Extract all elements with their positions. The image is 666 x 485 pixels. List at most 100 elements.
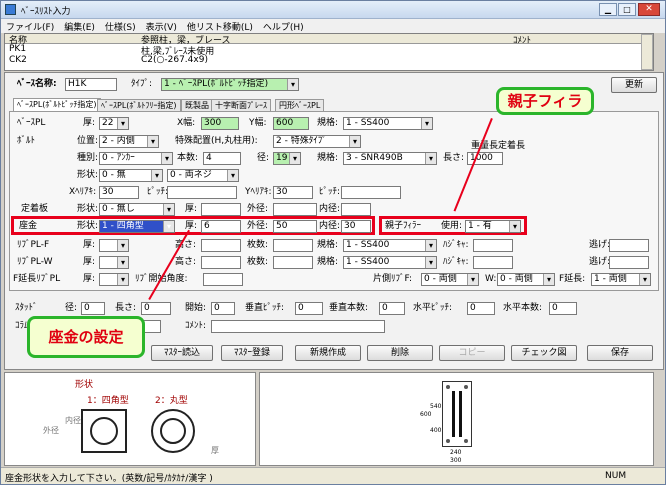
x-width-field[interactable]: 300	[201, 117, 239, 130]
master-load-button[interactable]: ﾏｽﾀｰ読込	[151, 345, 213, 361]
washer-shape-select[interactable]: 1 - 四角型	[99, 220, 175, 233]
horiz-count-field[interactable]: 0	[549, 302, 577, 315]
stud-start-label: 開始:	[185, 303, 207, 313]
x-edge-field[interactable]: 30	[99, 186, 139, 199]
list-scrollbar[interactable]	[641, 34, 653, 70]
rib-f-hw-field[interactable]	[473, 239, 513, 252]
tab-bolt-pitch[interactable]: ﾍﾞｰｽPL(ﾎﾞﾙﾄﾋﾟｯﾁ指定)	[13, 98, 101, 111]
f-ext-thick-select[interactable]	[99, 273, 129, 286]
f-ext-side-select[interactable]: 1 - 両側	[591, 273, 651, 286]
tab-cross-brace[interactable]: 十字断面ﾌﾟﾚｰｽ	[211, 99, 271, 111]
washer-od-field[interactable]: 50	[273, 220, 317, 233]
tab-bolt-free[interactable]: ﾍﾞｰｽPL(ﾎﾞﾙﾄﾌﾘｰ指定)	[97, 99, 181, 111]
menu-help[interactable]: ヘルプ(H)	[258, 19, 309, 34]
y-width-field[interactable]: 600	[273, 117, 309, 130]
horiz-pitch-field[interactable]: 0	[467, 302, 495, 315]
anchor-thick-field[interactable]	[201, 203, 241, 216]
rib-w-count-label: 枚数:	[247, 257, 269, 267]
menu-list-move[interactable]: 他リスト移動(L)	[182, 19, 258, 34]
menu-edit[interactable]: 編集(E)	[59, 19, 100, 34]
y-edge-field[interactable]: 30	[273, 186, 313, 199]
horiz-pitch-label: 水平ﾋﾟｯﾁ:	[413, 303, 453, 313]
rib-w-spec-label: 規格:	[317, 257, 339, 267]
base-pl-thick-select[interactable]: 22	[99, 117, 129, 130]
base-list[interactable]: 名称 参照柱，梁，ブレース ｺﾒﾝﾄ PK1 柱,梁,ﾌﾞﾚｰｽ未使用 CK2 …	[4, 33, 654, 71]
f-ext-label: F延長ﾘﾌﾞPL	[13, 274, 61, 284]
list-header: 名称 参照柱，梁，ブレース ｺﾒﾝﾄ	[5, 34, 653, 46]
bolt-pos-select[interactable]: 2 - 内側	[99, 135, 159, 148]
vert-count-field[interactable]: 0	[379, 302, 405, 315]
washer-id-field[interactable]: 30	[341, 220, 371, 233]
washer-thick-field[interactable]: 6	[201, 220, 241, 233]
anchor-od-field[interactable]	[273, 203, 317, 216]
stud-len-field[interactable]: 0	[141, 302, 171, 315]
rib-w-hw-field[interactable]	[473, 256, 513, 269]
window-title: ﾍﾞｰｽﾘｽﾄ入力	[21, 7, 71, 17]
stud-start-field[interactable]: 0	[211, 302, 235, 315]
bolt-shape1-select[interactable]: 0 - 無	[99, 169, 163, 182]
tab-round-base[interactable]: 円形ﾍﾞｰｽPL	[275, 99, 325, 111]
rib-f-height-field[interactable]	[201, 239, 241, 252]
x-pitch-field[interactable]	[167, 186, 237, 199]
stud-dia-field[interactable]: 0	[81, 302, 105, 315]
rib-f-hw-label: ﾊｼﾞｷｬ:	[443, 240, 469, 250]
menu-view[interactable]: 表示(V)	[141, 19, 182, 34]
vert-pitch-label: 垂直ﾋﾟｯﾁ:	[245, 303, 285, 313]
rib-angle-field[interactable]	[203, 273, 243, 286]
rib-f-clear-field[interactable]	[609, 239, 649, 252]
list-item[interactable]: CK2 C2(○-267.4x9)	[5, 55, 641, 67]
bolt-hole	[464, 439, 468, 443]
w-select[interactable]: 0 - 両側	[497, 273, 555, 286]
bolt-label: ﾎﾞﾙﾄ	[17, 136, 36, 146]
rib-w-count-field[interactable]	[273, 256, 313, 269]
bolt-spec-select[interactable]: 3 - SNR490B	[343, 152, 437, 165]
filler-use-select[interactable]: 1 - 有	[465, 220, 521, 233]
type-label: ﾀｲﾌﾟ:	[131, 79, 153, 89]
rib-w-spec-select[interactable]: 1 - SS400	[343, 256, 437, 269]
close-button[interactable]: ✕	[638, 3, 660, 16]
check-drawing-button[interactable]: チェック図	[511, 345, 577, 361]
copy-button[interactable]: コピー	[439, 345, 505, 361]
bolt-kind-select[interactable]: 0 - ｱﾝｶｰ	[99, 152, 173, 165]
list-item[interactable]: PK1 柱,梁,ﾌﾞﾚｰｽ未使用	[5, 44, 641, 57]
rib-f-spec-select[interactable]: 1 - SS400	[343, 239, 437, 252]
base-name-field[interactable]: H1K	[65, 78, 117, 91]
maximize-button[interactable]: □	[618, 3, 636, 16]
bolt-dia-select[interactable]: 19	[273, 152, 301, 165]
comment-field[interactable]	[211, 320, 385, 333]
bolt-count-field[interactable]: 4	[203, 152, 241, 165]
rib-w-clear-field[interactable]	[609, 256, 649, 269]
rib-f-count-field[interactable]	[273, 239, 313, 252]
tab-ready-made[interactable]: 既製品	[181, 99, 213, 111]
update-button[interactable]: 更新	[611, 77, 657, 93]
menu-spec[interactable]: 仕様(S)	[100, 19, 141, 34]
inner-dia-label: 内径	[65, 416, 81, 425]
rib-w-height-label: 高さ:	[175, 257, 197, 267]
vert-pitch-field[interactable]: 0	[295, 302, 323, 315]
x-width-label: X幅:	[177, 118, 196, 128]
one-side-rib-select[interactable]: 0 - 両側	[421, 273, 479, 286]
bolt-shape2-select[interactable]: 0 - 両ネジ	[167, 169, 239, 182]
special-layout-select[interactable]: 2 - 特殊ﾀｲﾌﾟ	[273, 135, 361, 148]
base-pl-spec-select[interactable]: 1 - SS400	[343, 117, 433, 130]
minimize-button[interactable]: ▁	[599, 3, 617, 16]
delete-button[interactable]: 削除	[367, 345, 433, 361]
bolt-hole	[446, 385, 450, 389]
menu-bar: ファイル(F) 編集(E) 仕様(S) 表示(V) 他リスト移動(L) ヘルプ(H)	[1, 19, 665, 33]
type-select[interactable]: 1 - ﾍﾞｰｽPL(ﾎﾞﾙﾄﾋﾟｯﾁ指定)	[161, 78, 299, 91]
master-save-button[interactable]: ﾏｽﾀｰ登録	[221, 345, 283, 361]
y-pitch-field[interactable]	[341, 186, 401, 199]
rib-w-thick-select[interactable]	[99, 256, 129, 269]
anchor-shape-select[interactable]: 0 - 無し	[99, 203, 175, 216]
save-button[interactable]: 保存	[587, 345, 653, 361]
rib-w-height-field[interactable]	[201, 256, 241, 269]
menu-file[interactable]: ファイル(F)	[1, 19, 59, 34]
bolt-len-label: 長さ:	[443, 153, 465, 163]
rib-f-count-label: 枚数:	[247, 240, 269, 250]
rib-f-thick-select[interactable]	[99, 239, 129, 252]
washer-id-label: 内径:	[319, 221, 341, 231]
y-edge-label: Yﾍﾘｱｷ:	[245, 187, 272, 197]
new-button[interactable]: 新規作成	[295, 345, 361, 361]
anchor-id-field[interactable]	[341, 203, 371, 216]
x-pitch-label: ﾋﾟｯﾁ:	[147, 187, 169, 197]
